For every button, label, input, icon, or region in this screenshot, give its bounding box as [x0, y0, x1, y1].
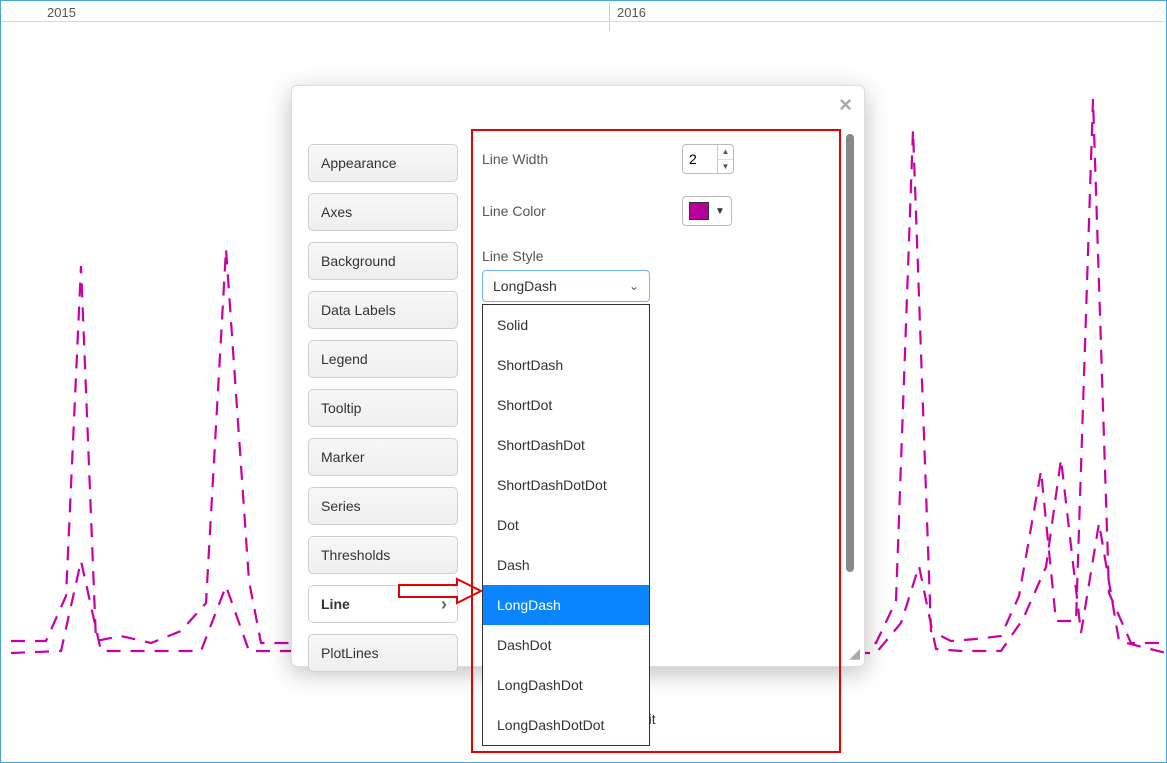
line-style-select[interactable]: LongDash ⌄: [482, 270, 650, 302]
line-width-label: Line Width: [482, 151, 682, 167]
sidebar-item-legend[interactable]: Legend: [308, 340, 458, 378]
line-style-label: Line Style: [482, 248, 682, 264]
line-style-option-dash[interactable]: Dash: [483, 545, 649, 585]
line-style-option-shortdashdotdot[interactable]: ShortDashDotDot: [483, 465, 649, 505]
row-line-color: Line Color ▼: [482, 196, 838, 226]
sidebar-item-tooltip[interactable]: Tooltip: [308, 389, 458, 427]
line-width-input[interactable]: [683, 145, 717, 173]
color-swatch: [689, 202, 709, 220]
line-style-option-dot[interactable]: Dot: [483, 505, 649, 545]
line-width-step-up[interactable]: ▲: [718, 145, 733, 160]
line-color-label: Line Color: [482, 203, 682, 219]
line-style-option-shortdot[interactable]: ShortDot: [483, 385, 649, 425]
settings-content: Line Width ▲ ▼ Line Color ▼: [458, 96, 854, 656]
line-style-option-longdashdotdot[interactable]: LongDashDotDot: [483, 705, 649, 745]
line-style-selected-value: LongDash: [493, 278, 557, 294]
line-width-step-down[interactable]: ▼: [718, 160, 733, 174]
chevron-down-icon: ▼: [715, 206, 725, 217]
line-style-option-longdash[interactable]: LongDash: [483, 585, 649, 625]
app-canvas: 2015 2016 ofit × AppearanceAxesBackgroun…: [0, 0, 1167, 763]
row-line-width: Line Width ▲ ▼: [482, 144, 838, 174]
sidebar-item-plotlines[interactable]: PlotLines: [308, 634, 458, 672]
sidebar-item-marker[interactable]: Marker: [308, 438, 458, 476]
line-style-option-shortdash[interactable]: ShortDash: [483, 345, 649, 385]
settings-sidebar: Appearance Axes Background Data Labels Legen…: [302, 96, 458, 656]
chart-settings-modal: × AppearanceAxesBackgroundData LabelsLeg…: [291, 85, 865, 667]
line-color-picker[interactable]: ▼: [682, 196, 732, 226]
line-style-option-solid[interactable]: Solid: [483, 305, 649, 345]
sidebar-item-series[interactable]: Series: [308, 487, 458, 525]
scrollbar-thumb[interactable]: [846, 134, 854, 572]
line-style-select-wrap: LongDash ⌄ SolidShortDashShortDotShortDa…: [482, 270, 650, 302]
chevron-down-icon: ⌄: [629, 279, 639, 293]
sidebar-item-background[interactable]: Background: [308, 242, 458, 280]
line-style-option-shortdashdot[interactable]: ShortDashDot: [483, 425, 649, 465]
sidebar-item-thresholds[interactable]: Thresholds: [308, 536, 458, 574]
line-style-option-longdashdot[interactable]: LongDashDot: [483, 665, 649, 705]
line-style-option-dashdot[interactable]: DashDot: [483, 625, 649, 665]
sidebar-item-data-labels[interactable]: Data Labels: [308, 291, 458, 329]
sidebar-item-line[interactable]: Line: [308, 585, 458, 623]
row-line-style-label: Line Style: [482, 248, 838, 264]
resize-handle[interactable]: ◢: [849, 645, 860, 662]
line-style-dropdown: SolidShortDashShortDotShortDashDotShortD…: [482, 304, 650, 746]
line-width-input-wrap: ▲ ▼: [682, 144, 734, 174]
sidebar-item-appearance[interactable]: Appearance: [308, 144, 458, 182]
sidebar-item-axes[interactable]: Axes: [308, 193, 458, 231]
